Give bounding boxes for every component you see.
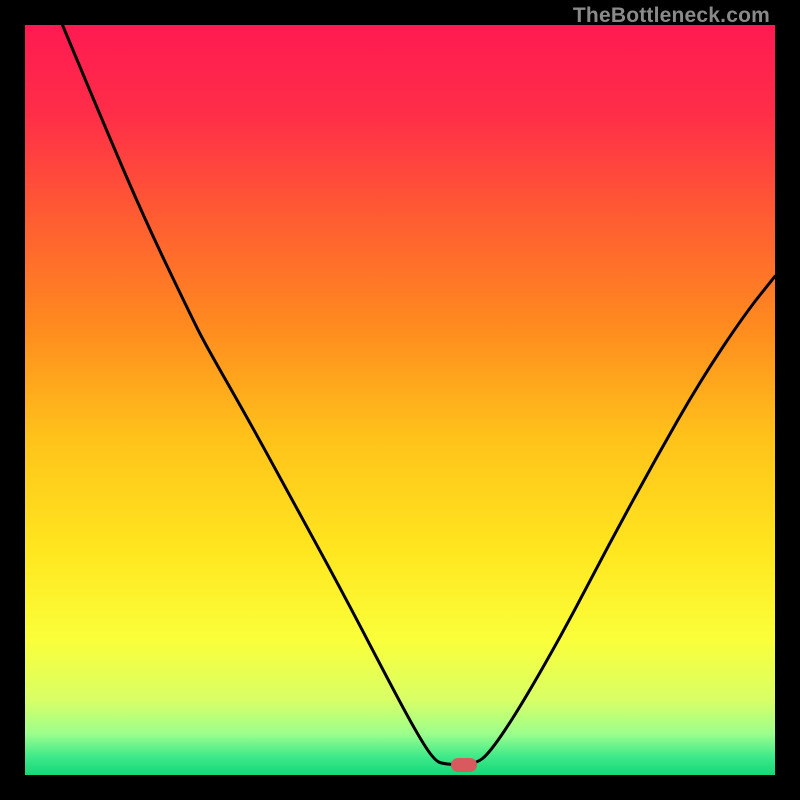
plot-area [25,25,775,775]
optimal-marker [451,758,477,772]
bottleneck-curve [25,25,775,775]
outer-frame: TheBottleneck.com [0,0,800,800]
